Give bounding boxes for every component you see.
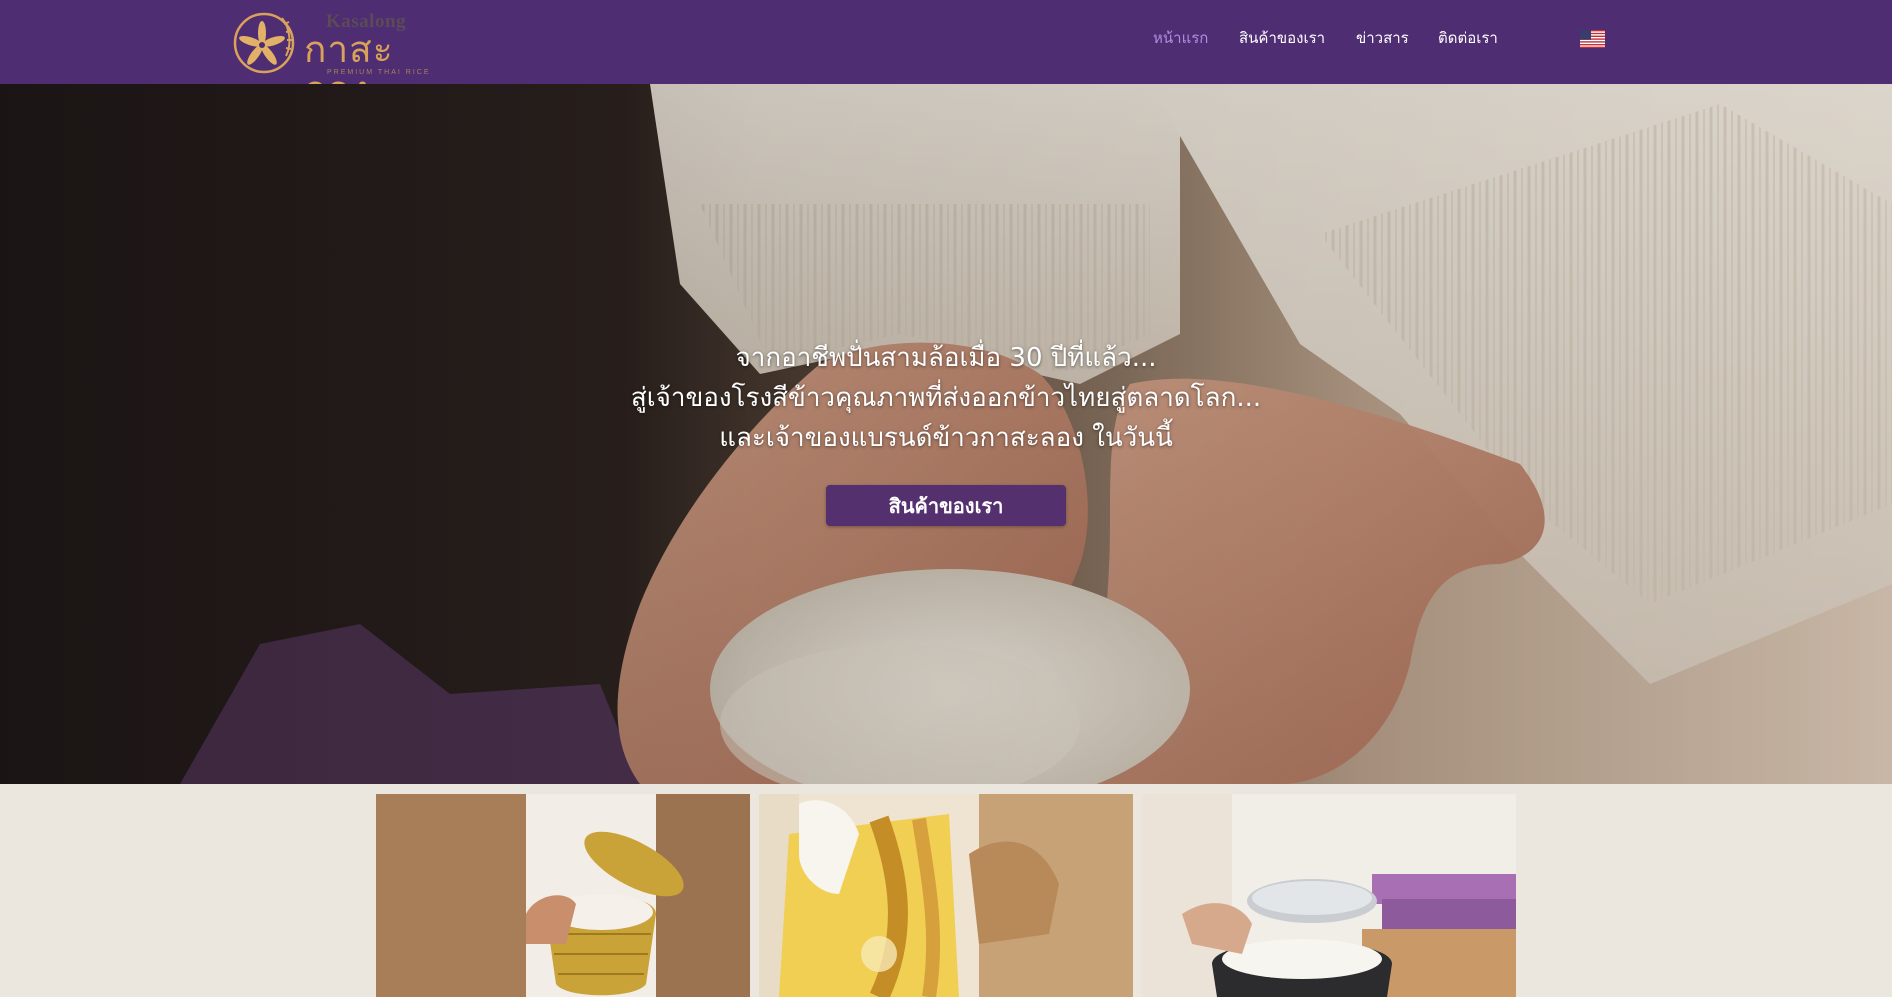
site-header: Kasalong กาสะลอง PREMIUM THAI RICE หน้าแ… <box>0 0 1892 110</box>
logo-tagline: PREMIUM THAI RICE <box>327 69 431 76</box>
card-rice-cooker-image[interactable] <box>1142 794 1516 997</box>
our-products-button[interactable]: สินค้าของเรา <box>826 485 1066 526</box>
brand-logo[interactable]: Kasalong กาสะลอง PREMIUM THAI RICE <box>230 8 450 110</box>
card-rice-basket-image[interactable] <box>376 794 750 997</box>
nav-item-news[interactable]: ข่าวสาร <box>1356 26 1409 50</box>
nav-item-contact[interactable]: ติดต่อเรา <box>1438 26 1498 50</box>
product-cards-section <box>0 784 1892 997</box>
us-flag-icon[interactable] <box>1580 30 1605 48</box>
flower-emblem-icon <box>233 12 295 74</box>
hero-line-1: จากอาชีพปั่นสามล้อเมื่อ 30 ปีที่แล้ว... <box>735 343 1157 373</box>
card-rice-package-image[interactable] <box>759 794 1133 997</box>
hero-line-3: และเจ้าของแบรนด์ข้าวกาสะลอง ในวันนี้ <box>719 423 1173 453</box>
nav-item-home[interactable]: หน้าแรก <box>1153 26 1208 50</box>
hero-headline: จากอาชีพปั่นสามล้อเมื่อ 30 ปีที่แล้ว... … <box>546 338 1346 458</box>
hero-line-2: สู่เจ้าของโรงสีข้าวคุณภาพที่ส่งออกข้าวไท… <box>630 383 1262 413</box>
nav-item-products[interactable]: สินค้าของเรา <box>1239 26 1325 50</box>
hero-banner: จากอาชีพปั่นสามล้อเมื่อ 30 ปีที่แล้ว... … <box>0 84 1892 784</box>
